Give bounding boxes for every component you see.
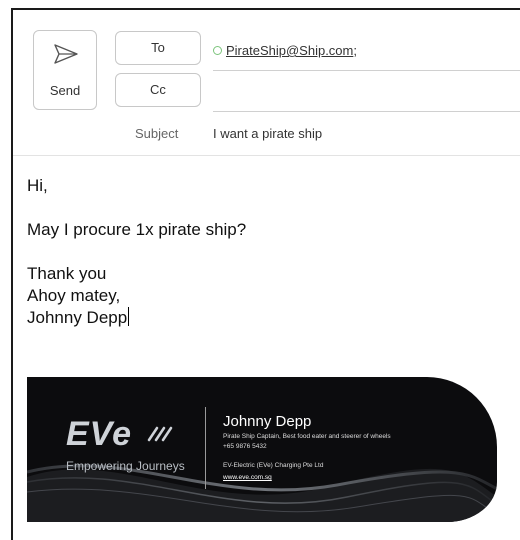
body-closing-thanks: Thank you <box>27 264 107 283</box>
company-logo: EVe <box>66 415 133 453</box>
signature-name: Johnny Depp <box>223 413 312 430</box>
recipient-separator: ; <box>353 43 357 58</box>
email-compose-window: Send To PirateShip@Ship.com; Cc Subject … <box>11 8 520 540</box>
signature-website-link[interactable]: www.eve.com.sg <box>223 474 272 481</box>
body-greeting: Hi, <box>27 176 48 195</box>
signature-company: EV-Electric (EVe) Charging Pte Ltd <box>223 462 324 469</box>
body-closing-ahoy: Ahoy matey, <box>27 286 121 305</box>
to-button[interactable]: To <box>115 31 201 65</box>
subject-input[interactable]: I want a pirate ship <box>213 126 322 141</box>
cc-button[interactable]: Cc <box>115 73 201 107</box>
signature-divider <box>205 407 206 489</box>
to-field[interactable]: PirateShip@Ship.com; <box>213 43 357 58</box>
send-icon <box>54 44 78 64</box>
logo-wave-mark-icon <box>147 426 173 442</box>
signature-role: Pirate Ship Captain, Best food eater and… <box>223 433 391 440</box>
header-divider <box>13 155 520 156</box>
signature-phone: +65 9876 5432 <box>223 443 267 450</box>
cc-field-underline <box>213 111 520 112</box>
body-closing-name: Johnny Depp <box>27 308 128 327</box>
body-closing-name-line: Johnny Depp <box>27 307 246 329</box>
body-line: May I procure 1x pirate ship? <box>27 220 247 239</box>
message-body[interactable]: Hi, May I procure 1x pirate ship? Thank … <box>27 175 246 329</box>
send-label: Send <box>49 83 81 98</box>
presence-status-icon <box>213 46 222 55</box>
company-tagline: Empowering Journeys <box>66 459 185 473</box>
email-signature-banner: EVe Empowering Journeys Johnny Depp Pira… <box>27 377 497 522</box>
subject-label: Subject <box>135 126 179 141</box>
send-button[interactable]: Send <box>33 30 97 110</box>
to-field-underline <box>213 70 520 71</box>
text-cursor <box>128 307 130 326</box>
to-recipient[interactable]: PirateShip@Ship.com <box>226 43 353 58</box>
